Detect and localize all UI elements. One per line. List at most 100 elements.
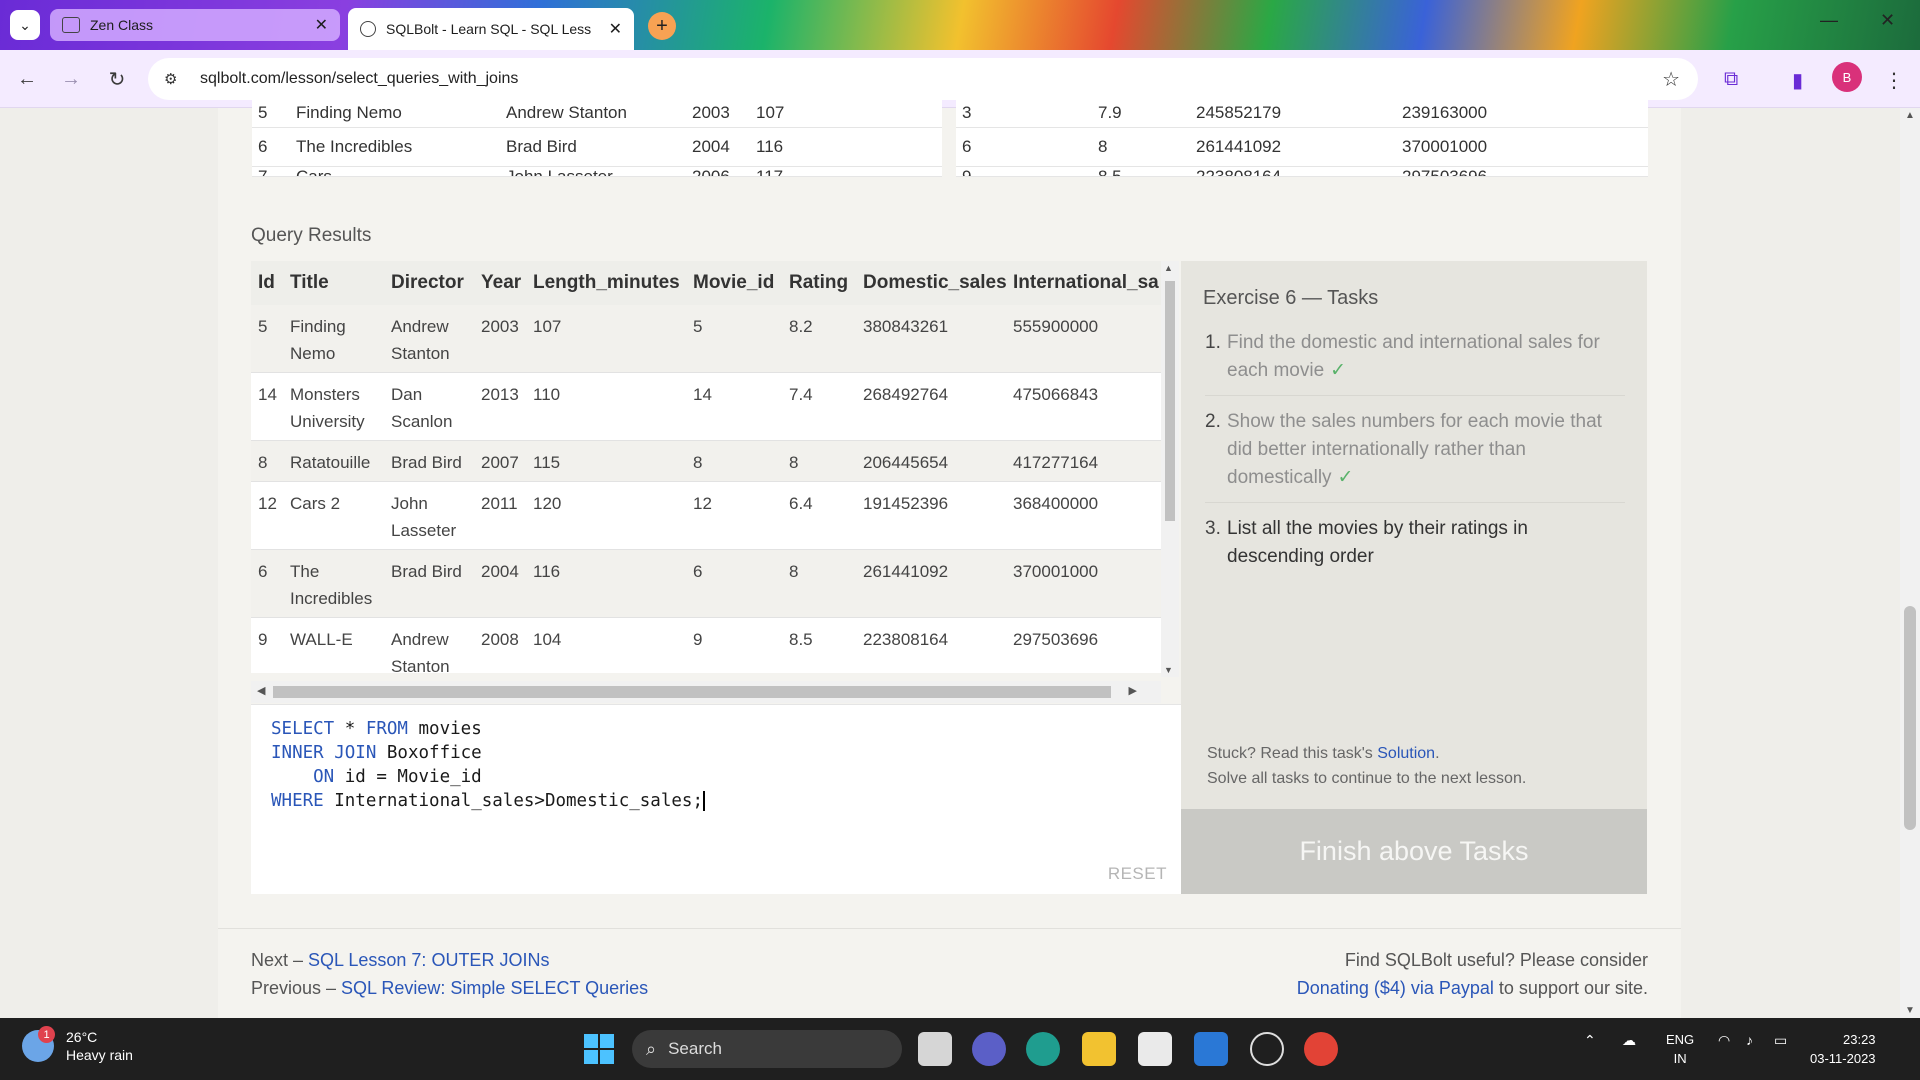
column-header: Rating [789,272,849,293]
windows-start-icon[interactable] [584,1034,614,1064]
divider [218,928,1681,929]
table-cell: Brad Bird [391,562,462,581]
chevron-up-icon[interactable]: ⌃ [1584,1032,1596,1049]
results-vertical-scrollbar[interactable]: ▲ ▼ [1161,261,1179,677]
next-lesson-link[interactable]: SQL Lesson 7: OUTER JOINs [308,950,549,970]
forward-arrow-icon[interactable]: → [56,64,86,94]
previous-lesson-link[interactable]: SQL Review: Simple SELECT Queries [341,978,648,998]
page-scrollbar[interactable]: ▲ ▼ [1900,108,1920,1018]
back-arrow-icon[interactable]: ← [12,64,42,94]
table-row: 7 Cars John Lasseter 2006 117 [252,167,942,177]
teams-icon[interactable] [972,1032,1006,1066]
menu-kebab-icon[interactable]: ⋮ [1884,68,1904,93]
table-cell: 115 [533,453,561,472]
file-explorer-icon[interactable] [1082,1032,1116,1066]
tab-search-chevron-icon[interactable]: ⌄ [10,10,40,40]
minimize-icon[interactable]: — [1820,10,1838,31]
weather-widget[interactable]: 1 26°C Heavy rain [22,1026,133,1064]
table-row: 5 Finding Nemo Andrew Stanton 2003 107 5 8.2 38… [251,305,1161,373]
checkmark-icon: ✓ [1330,360,1347,381]
scroll-down-arrow-icon[interactable]: ▼ [1164,665,1173,675]
battery-icon[interactable]: ▭ [1774,1032,1787,1049]
windows-taskbar: 1 26°C Heavy rain ⌕ Search ⌃ ☁ ENG IN ◠ ♪ ▭… [0,1018,1920,1080]
extensions-icon[interactable]: ⧉ [1724,68,1738,91]
reload-icon[interactable]: ↻ [102,64,132,94]
new-tab-button[interactable]: + [648,12,676,40]
tasks-panel: Exercise 6 — Tasks 1. Find the domestic a… [1181,261,1647,809]
scroll-thumb[interactable] [1165,281,1175,521]
side-panel-icon[interactable]: ▮ [1792,68,1803,93]
table-row: 3 7.9 245852179 239163000 [956,100,1648,128]
results-horizontal-scrollbar[interactable]: ◀ ▶ [251,681,1161,703]
stuck-hint: Stuck? Read this task's Solution. Solve … [1207,745,1527,787]
mail-icon[interactable] [1194,1032,1228,1066]
column-header: Title [290,272,329,293]
table-cell: 14 [258,385,277,404]
tab-zen-class[interactable]: Zen Class ✕ [50,9,340,41]
bookmark-star-icon[interactable]: ☆ [1662,67,1680,92]
scroll-right-arrow-icon[interactable]: ▶ [1129,684,1137,697]
weather-temperature: 26°C [66,1029,98,1045]
table-cell: 14 [693,385,712,404]
taskbar-search[interactable]: ⌕ Search [632,1030,902,1068]
column-header: Domestic_sales [863,272,1007,293]
onedrive-cloud-icon[interactable]: ☁ [1622,1032,1636,1049]
table-row: 9 8.5 223808164 297503696 [956,167,1648,177]
scroll-thumb[interactable] [1904,606,1916,830]
chrome-icon[interactable] [1304,1032,1338,1066]
system-clock[interactable]: 23:23 03-11-2023 [1810,1030,1876,1068]
table-cell: 8 [693,453,703,472]
boxoffice-table: 3 7.9 245852179 239163000 6 8 261441092 … [956,100,1648,177]
table-cell: Dan Scanlon [391,385,453,431]
movies-table: 5 Finding Nemo Andrew Stanton 2003 107 6… [252,100,942,177]
table-row: 12 Cars 2 John Lasseter 2011 120 12 6.4 1914523… [251,482,1161,550]
store-icon[interactable] [1138,1032,1172,1066]
tab-label: Zen Class [90,17,154,33]
donate-link[interactable]: Donating ($4) via Paypal [1297,978,1494,998]
profile-avatar[interactable]: B [1832,62,1862,92]
speaker-icon[interactable]: ♪ [1746,1032,1753,1048]
table-cell: The Incredibles [290,562,373,608]
table-cell: 2008 [481,630,519,649]
sql-editor[interactable]: SELECT * FROM movies INNER JOIN Boxoffic… [251,704,1181,894]
table-cell: 116 [533,562,561,581]
table-row: 14 Monsters University Dan Scanlon 2013 110 1… [251,373,1161,441]
table-row: 6 The Incredibles Brad Bird 2004 116 6 8 261441… [251,550,1161,618]
dell-icon[interactable] [1250,1032,1284,1066]
url-text[interactable]: sqlbolt.com/lesson/select_queries_with_j… [200,70,518,88]
table-cell: 555900000 [1013,317,1099,336]
wifi-icon[interactable]: ◠ [1718,1032,1730,1049]
table-cell: 417277164 [1013,453,1099,472]
address-bar[interactable]: ⚙ sqlbolt.com/lesson/select_queries_with… [148,58,1698,100]
close-icon[interactable]: ✕ [609,19,622,39]
tab-sqlbolt[interactable]: SQLBolt - Learn SQL - SQL Less ✕ [348,8,634,50]
table-row: 6 The Incredibles Brad Bird 2004 116 [252,128,942,167]
table-cell: WALL-E [290,630,353,649]
language-indicator[interactable]: ENG IN [1666,1030,1694,1068]
solution-link[interactable]: Solution [1377,745,1435,762]
scroll-up-arrow-icon[interactable]: ▲ [1164,263,1173,273]
scroll-up-arrow-icon[interactable]: ▲ [1905,110,1915,121]
scroll-thumb[interactable] [273,686,1111,698]
query-results-table[interactable]: Id Title Director Year Length_minutes Mo… [251,261,1161,673]
close-window-icon[interactable]: ✕ [1880,10,1895,31]
edge-icon[interactable] [1026,1032,1060,1066]
sql-code[interactable]: SELECT * FROM movies INNER JOIN Boxoffic… [271,717,705,813]
table-cell: 8 [258,453,268,472]
table-cell: 191452396 [863,494,949,513]
scroll-down-arrow-icon[interactable]: ▼ [1905,1005,1915,1016]
table-cell: Cars 2 [290,494,341,513]
tab-label: SQLBolt - Learn SQL - SQL Less [386,21,592,37]
finish-tasks-button[interactable]: Finish above Tasks [1181,809,1647,894]
table-cell: 206445654 [863,453,949,472]
scroll-left-arrow-icon[interactable]: ◀ [257,684,265,697]
close-icon[interactable]: ✕ [315,15,328,35]
reset-button[interactable]: RESET [1108,864,1167,884]
site-info-icon[interactable]: ⚙ [164,70,186,88]
task-item-current: 3. List all the movies by their ratings i… [1205,518,1528,567]
task-view-icon[interactable] [918,1032,952,1066]
table-cell: 380843261 [863,317,949,336]
checkmark-icon: ✓ [1337,467,1354,488]
zen-class-favicon-icon [62,17,80,33]
table-cell: 110 [533,385,561,404]
